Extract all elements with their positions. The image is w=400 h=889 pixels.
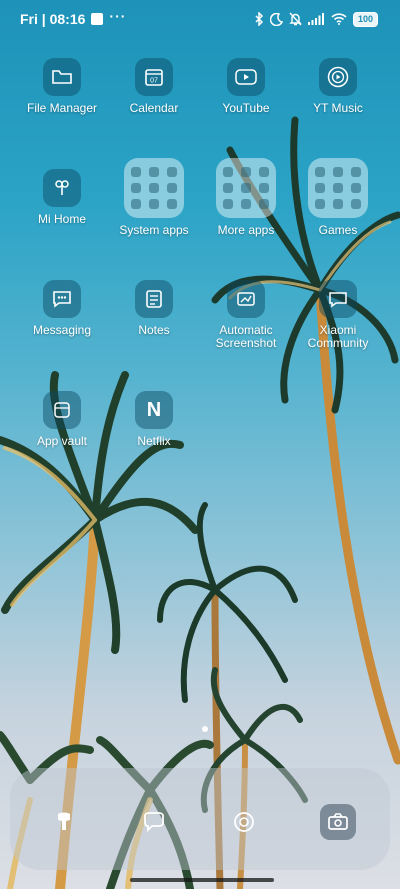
page-indicator-dot[interactable] xyxy=(202,726,208,732)
home-indicator[interactable] xyxy=(130,878,274,882)
mi-home-icon xyxy=(43,169,81,207)
app-calendar[interactable]: 07 Calendar xyxy=(104,58,204,115)
app-notes[interactable]: Notes xyxy=(104,280,204,337)
app-file-manager[interactable]: File Manager xyxy=(12,58,112,115)
bell-off-icon xyxy=(289,12,302,26)
folder-more-apps[interactable]: More apps xyxy=(196,158,296,237)
battery-icon: 100 xyxy=(353,11,378,27)
folder-games[interactable]: Games xyxy=(288,158,388,237)
notification-square-icon xyxy=(91,13,104,25)
folder-grid-icon xyxy=(308,158,368,218)
folder-grid-icon xyxy=(216,158,276,218)
folder-system-apps[interactable]: System apps xyxy=(104,158,204,237)
folder-icon xyxy=(43,58,81,96)
overflow-dots-icon: ··· xyxy=(109,8,127,24)
app-messaging[interactable]: Messaging xyxy=(12,280,112,337)
app-automatic-screenshot[interactable]: Automatic Screenshot xyxy=(196,280,296,350)
app-label: System apps xyxy=(119,223,189,237)
app-mi-home[interactable]: Mi Home xyxy=(12,169,112,226)
app-label: More apps xyxy=(217,223,275,237)
app-vault-icon xyxy=(43,391,81,429)
app-app-vault[interactable]: App vault xyxy=(12,391,112,448)
status-bar-right: 100 xyxy=(254,11,378,27)
app-label: Netflix xyxy=(137,434,171,448)
app-label: App vault xyxy=(36,434,88,448)
app-yt-music[interactable]: YT Music xyxy=(288,58,388,115)
app-youtube[interactable]: YouTube xyxy=(196,58,296,115)
dock xyxy=(10,768,390,870)
messaging-icon xyxy=(43,280,81,318)
status-time: Fri | 08:16 xyxy=(20,11,86,27)
yt-music-icon xyxy=(319,58,357,96)
app-label: YouTube xyxy=(222,101,270,115)
browser-icon[interactable] xyxy=(226,804,262,840)
app-label: Calendar xyxy=(129,101,179,115)
status-bar-left: Fri | 08:16 ··· xyxy=(20,8,127,27)
xiaomi-community-icon xyxy=(319,280,357,318)
app-xiaomi-community[interactable]: Xiaomi Community xyxy=(288,280,388,350)
screenshot-icon xyxy=(227,280,265,318)
app-label: Automatic Screenshot xyxy=(215,323,277,350)
youtube-icon xyxy=(227,58,265,96)
netflix-letter: N xyxy=(146,398,162,421)
app-label: Xiaomi Community xyxy=(307,323,369,350)
app-netflix[interactable]: N Netflix xyxy=(104,391,204,448)
status-bar: Fri | 08:16 ··· 100 xyxy=(0,0,400,38)
moon-icon xyxy=(270,12,283,26)
camera-icon[interactable] xyxy=(320,804,356,840)
app-label: Games xyxy=(318,223,358,237)
app-label: YT Music xyxy=(313,101,363,115)
app-label: Notes xyxy=(138,323,170,337)
wifi-icon xyxy=(331,13,347,25)
phone-icon[interactable] xyxy=(46,804,82,840)
calendar-day-number: 07 xyxy=(150,78,158,85)
bluetooth-icon xyxy=(255,12,264,26)
calendar-icon: 07 xyxy=(135,58,173,96)
notes-icon xyxy=(135,280,173,318)
netflix-icon: N xyxy=(135,391,173,429)
app-label: Messaging xyxy=(32,323,92,337)
app-label: Mi Home xyxy=(37,212,86,226)
signal-icon xyxy=(308,13,324,25)
app-label: File Manager xyxy=(26,101,98,115)
folder-grid-icon xyxy=(124,158,184,218)
chat-icon[interactable] xyxy=(136,804,172,840)
